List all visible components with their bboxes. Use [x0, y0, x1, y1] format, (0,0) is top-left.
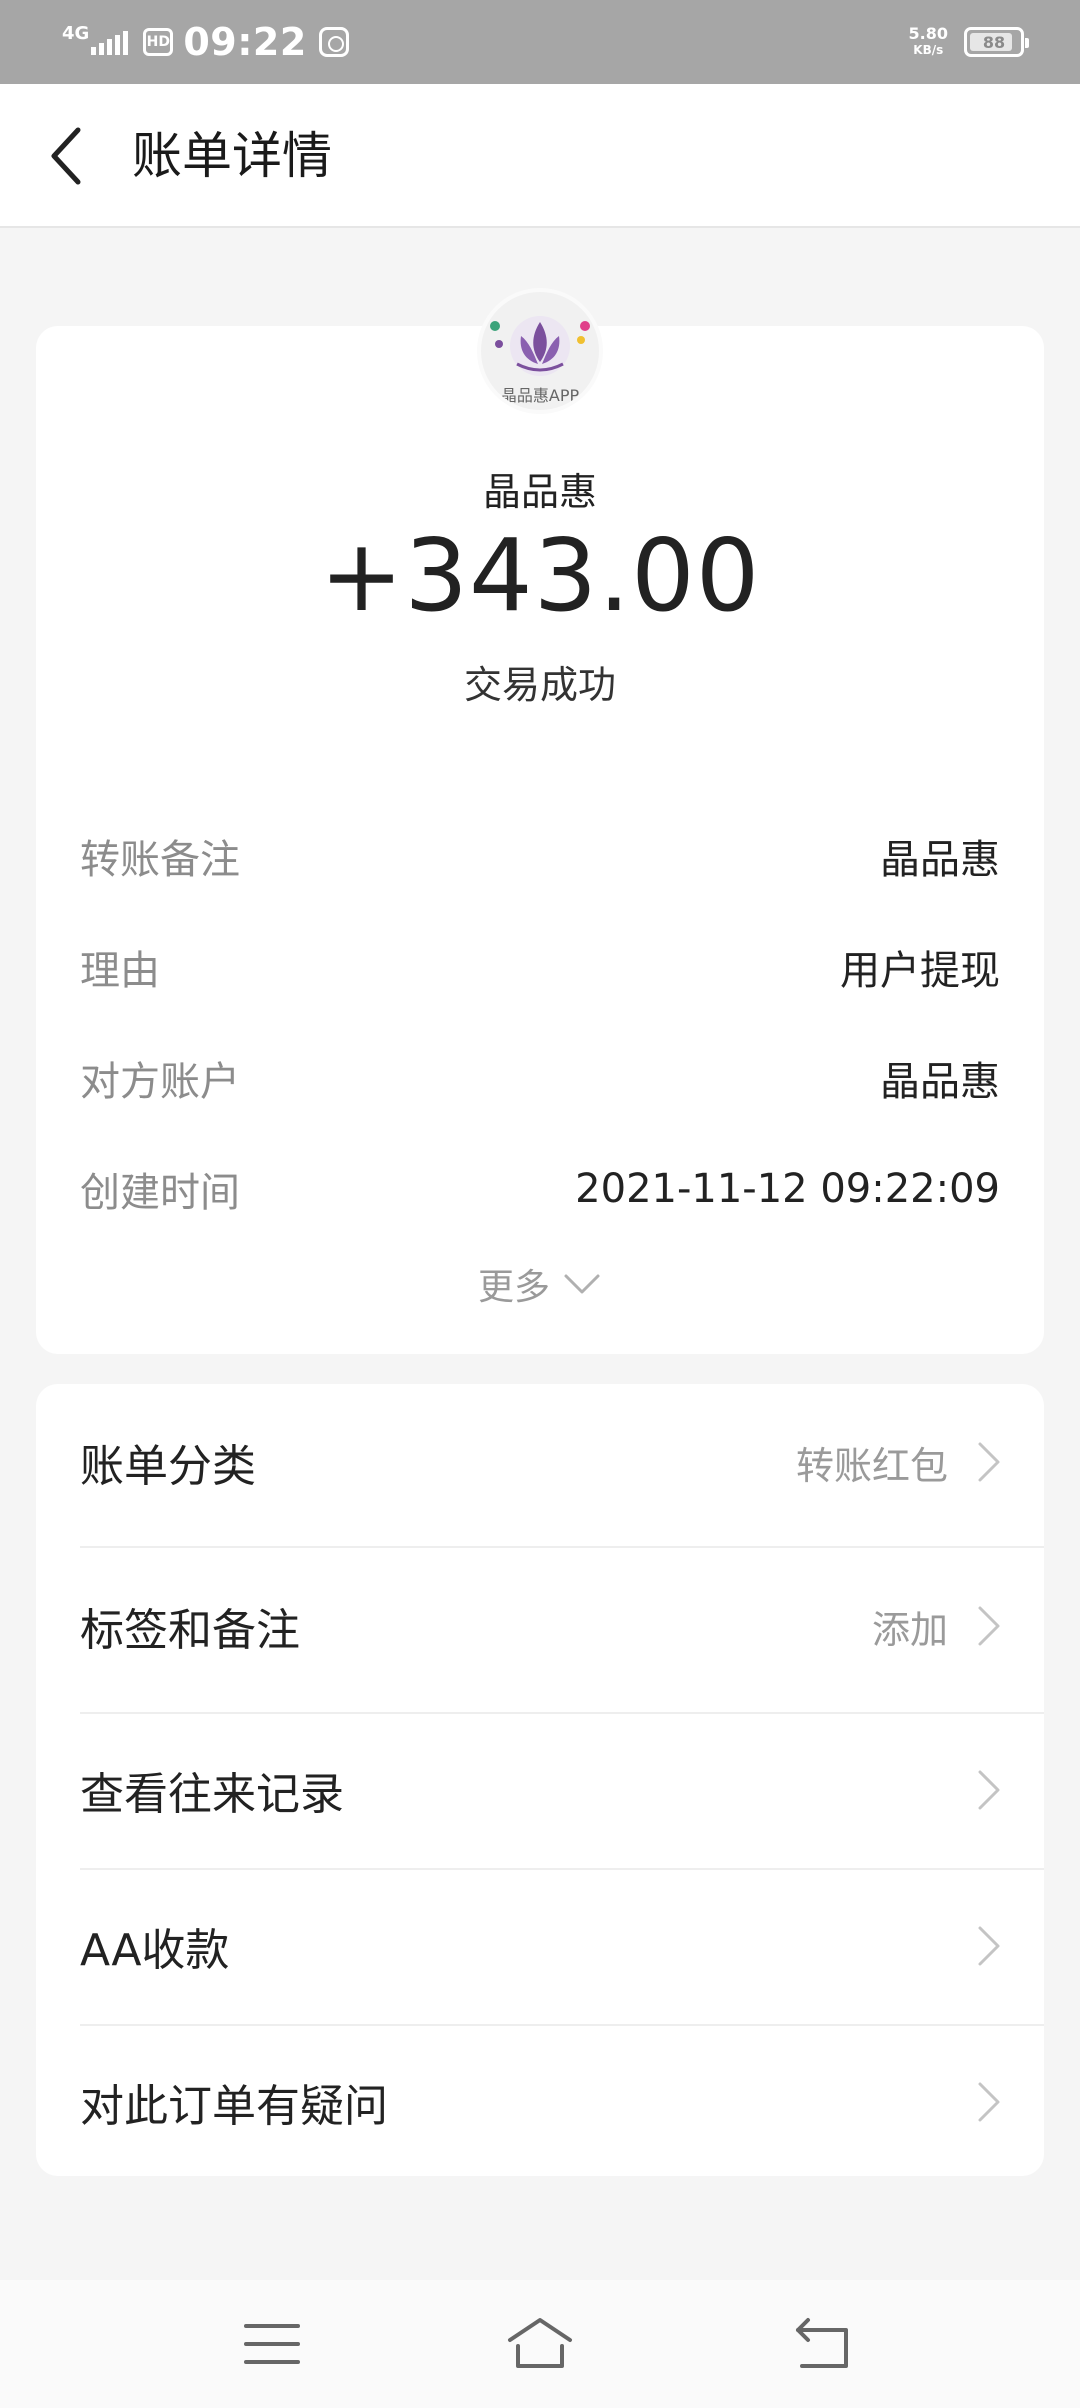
home-icon [508, 2318, 572, 2368]
detail-label: 对方账户 [80, 1059, 240, 1105]
net-speed-unit: KB/s [913, 43, 944, 57]
alarm-icon [318, 27, 349, 57]
action-label: AA收款 [80, 1925, 230, 1976]
more-label: 更多 [477, 1267, 550, 1308]
nav-home-button[interactable] [500, 2304, 580, 2384]
system-nav-bar [0, 2280, 1080, 2408]
action-right [948, 2080, 1002, 2124]
net-speed-value: 5.80 [908, 24, 948, 43]
action-value: 添加 [871, 1607, 948, 1652]
action-view-records[interactable]: 查看往来记录 [80, 1712, 1044, 1868]
detail-row-counterparty: 对方账户 晶品惠 [80, 1048, 1000, 1108]
transaction-status: 交易成功 [463, 663, 616, 707]
action-label: 账单分类 [80, 1441, 256, 1492]
chevron-right-icon [976, 1768, 1002, 1812]
action-label: 标签和备注 [80, 1605, 300, 1656]
transaction-amount: +343.00 [319, 517, 761, 634]
page-title: 账单详情 [132, 127, 332, 185]
battery-level: 88 [982, 32, 1006, 52]
action-aa-collect[interactable]: AA收款 [80, 1868, 1044, 2024]
actions-card: 账单分类 转账红包 标签和备注 添加 查看往来记录 AA收款 对此订单有疑问 [36, 1384, 1044, 2176]
action-right: 转账红包 [796, 1435, 1002, 1490]
detail-value: 晶品惠 [880, 1059, 1000, 1105]
back-icon [796, 2318, 848, 2368]
detail-label: 创建时间 [80, 1170, 240, 1216]
action-bill-category[interactable]: 账单分类 转账红包 [80, 1384, 1044, 1540]
battery-icon: 88 [964, 27, 1029, 57]
back-button[interactable] [40, 116, 100, 196]
action-value: 转账红包 [795, 1443, 948, 1488]
detail-row-remark: 转账备注 晶品惠 [80, 826, 1000, 886]
action-right [948, 1924, 1002, 1968]
action-label: 查看往来记录 [80, 1769, 344, 1820]
action-label: 对此订单有疑问 [80, 2081, 388, 2132]
status-bar-left: 4G HD 09:22 [62, 18, 349, 66]
action-right [948, 1768, 1002, 1812]
detail-value: 用户提现 [840, 948, 1000, 994]
merchant-name: 晶品惠 [482, 470, 597, 514]
logo-caption: 晶品惠APP [500, 386, 580, 405]
detail-value: 晶品惠 [880, 837, 1000, 883]
chevron-right-icon [976, 1924, 1002, 1968]
status-time: 09:22 [183, 20, 307, 64]
chevron-left-icon [51, 127, 81, 185]
network-type: 4G [62, 23, 90, 44]
chevron-right-icon [976, 2080, 1002, 2124]
detail-row-reason: 理由 用户提现 [80, 937, 1000, 997]
hd-badge: HD [143, 28, 174, 56]
chevron-right-icon [976, 1440, 1002, 1484]
summary-card: 晶品惠 +343.00 交易成功 转账备注 晶品惠 理由 用户提现 对方账户 晶… [36, 326, 1044, 1354]
action-tags-notes[interactable]: 标签和备注 添加 [80, 1548, 1044, 1704]
detail-label: 理由 [80, 948, 160, 994]
net-speed: 5.80 KB/s [909, 26, 948, 58]
nav-menu-button[interactable] [232, 2304, 312, 2384]
more-toggle[interactable]: 更多 [36, 1258, 1044, 1310]
status-bar: 4G HD 09:22 5.80 KB/s 88 [0, 0, 1080, 84]
detail-value: 2021-11-12 09:22:09 [575, 1166, 1000, 1212]
merchant-logo: 晶品惠APP [477, 288, 603, 414]
menu-icon [244, 2324, 300, 2364]
chevron-down-icon [564, 1274, 600, 1294]
action-order-question[interactable]: 对此订单有疑问 [80, 2024, 1044, 2180]
detail-label: 转账备注 [80, 837, 240, 883]
status-bar-right: 5.80 KB/s 88 [909, 22, 1029, 62]
chevron-right-icon [976, 1604, 1002, 1648]
nav-back-button[interactable] [784, 2304, 864, 2384]
action-right: 添加 [872, 1599, 1002, 1654]
signal-icon [91, 29, 131, 55]
detail-row-created-time: 创建时间 2021-11-12 09:22:09 [80, 1159, 1000, 1219]
header: 账单详情 [0, 84, 1080, 228]
